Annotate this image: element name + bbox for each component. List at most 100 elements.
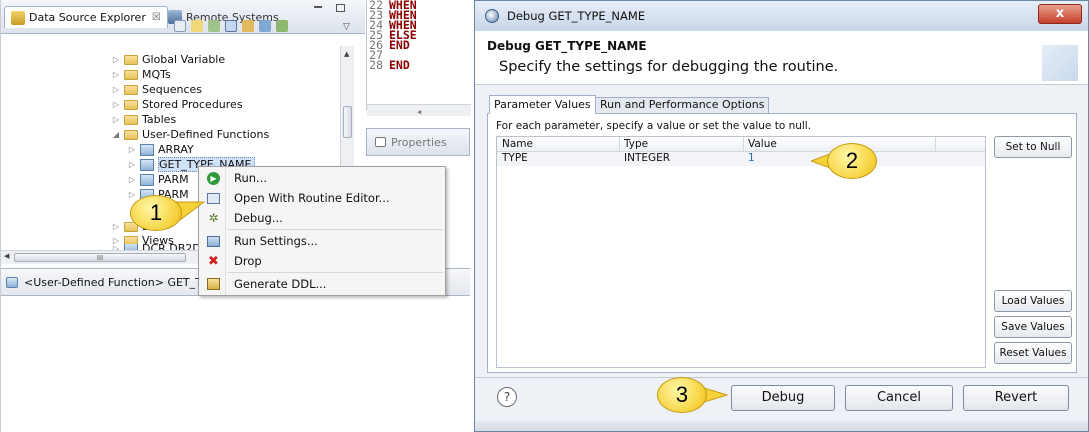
editor-horizontal-scrollbar[interactable]: ◀	[367, 104, 471, 116]
expand-arrow-icon[interactable]: ▷	[128, 145, 136, 154]
new-connection-icon[interactable]	[242, 20, 254, 32]
scroll-thumb[interactable]: III	[14, 253, 186, 262]
tree-item-label: Tables	[142, 113, 177, 126]
scroll-thumb[interactable]	[343, 106, 352, 138]
set-to-null-button[interactable]: Set to Null	[994, 136, 1072, 158]
menu-item-debug[interactable]: ✲ Debug...	[199, 208, 445, 228]
table-header: Name Type Value	[497, 137, 985, 152]
tree-item-label: Sequences	[142, 83, 202, 96]
menu-item-label: Run...	[234, 171, 268, 185]
menu-item-open-with-routine-editor[interactable]: Open With Routine Editor...	[199, 188, 445, 208]
folder-icon	[124, 54, 138, 65]
app-icon	[485, 9, 499, 23]
menu-item-run-settings[interactable]: Run Settings...	[199, 231, 445, 251]
table-row[interactable]: TYPE INTEGER 1	[497, 152, 985, 166]
column-header-value[interactable]: Value	[743, 137, 777, 152]
tab-parameter-values[interactable]: Parameter Values	[489, 95, 596, 114]
banner-graphic	[1042, 45, 1078, 81]
tab-data-source-explorer[interactable]: Data Source Explorer ☒	[4, 6, 168, 28]
expand-arrow-icon[interactable]: ▷	[128, 190, 136, 199]
folder-icon	[124, 84, 138, 95]
dialog-heading: Debug GET_TYPE_NAME	[487, 39, 647, 53]
scroll-up-icon[interactable]: ▲	[344, 50, 349, 58]
scroll-left-icon[interactable]: ◀	[417, 107, 421, 117]
tree-item-mqts[interactable]: ▷ MQTs	[112, 67, 171, 82]
export-icon[interactable]	[276, 20, 288, 32]
collapse-all-icon[interactable]	[174, 20, 186, 32]
parameters-table: Name Type Value TYPE INTEGER 1	[496, 136, 986, 368]
tree-item-label: MQTs	[142, 68, 171, 81]
sql-editor[interactable]: 22 WHEN 23 WHEN 24 WHEN 25 ELSE 26 END 27 28 E…	[366, 0, 471, 116]
expand-arrow-icon[interactable]: ▷	[112, 70, 120, 79]
expand-arrow-icon[interactable]: ▷	[112, 55, 120, 64]
expand-arrow-icon[interactable]: ▷	[112, 222, 120, 231]
dialog-title-bar[interactable]: Debug GET_TYPE_NAME	[475, 1, 1088, 31]
maximize-icon[interactable]	[336, 4, 345, 12]
settings-icon	[207, 235, 220, 247]
window-title: Debug GET_TYPE_NAME	[507, 9, 646, 23]
properties-icon	[375, 137, 386, 147]
menu-item-run[interactable]: ▶ Run...	[199, 168, 445, 188]
dialog-subheading: Specify the settings for debugging the r…	[499, 59, 839, 75]
menu-separator	[227, 272, 443, 273]
tree-item-label: PARM	[158, 173, 189, 186]
collapse-arrow-icon[interactable]: ◢	[112, 130, 120, 139]
function-icon	[140, 158, 154, 171]
instruction-text: For each parameter, specify a value or s…	[496, 120, 812, 132]
menu-item-label: Run Settings...	[234, 234, 318, 248]
column-divider	[935, 137, 936, 152]
expand-arrow-icon[interactable]: ▷	[128, 160, 136, 169]
filter-icon[interactable]	[225, 20, 237, 32]
help-icon[interactable]: ?	[497, 387, 517, 407]
tree-item-global-variable[interactable]: ▷ Global Variable	[112, 52, 225, 67]
expand-arrow-icon[interactable]: ▷	[112, 85, 120, 94]
tab-run-performance-options[interactable]: Run and Performance Options	[595, 97, 770, 113]
tree-item-parm[interactable]: ▷ PARM	[128, 172, 189, 187]
column-header-type[interactable]: Type	[619, 137, 648, 152]
context-menu: ▶ Run... Open With Routine Editor... ✲ D…	[198, 166, 446, 296]
view-menu-icon[interactable]: ▽	[343, 22, 350, 32]
minimize-icon[interactable]	[314, 6, 322, 8]
tree-item-tables[interactable]: ▷ Tables	[112, 112, 176, 127]
data-source-explorer-panel: Data Source Explorer ☒ Remote Systems ▽ …	[0, 0, 471, 432]
import-icon[interactable]	[259, 20, 271, 32]
save-values-button[interactable]: Save Values	[994, 316, 1072, 338]
tree-item-user-defined-functions[interactable]: ◢ User-Defined Functions	[112, 127, 269, 142]
tree-item-label: Global Variable	[142, 53, 226, 66]
code-line: 28 END	[369, 58, 410, 72]
close-button[interactable]: x	[1038, 4, 1082, 24]
scroll-left-icon[interactable]: ◀	[4, 252, 9, 260]
tree-item-label: Stored Procedures	[142, 98, 243, 111]
close-icon[interactable]: ☒	[152, 12, 161, 23]
menu-item-generate-ddl[interactable]: Generate DDL...	[199, 274, 445, 294]
folder-icon	[124, 69, 138, 80]
cancel-button[interactable]: Cancel	[845, 385, 953, 411]
reset-values-button[interactable]: Reset Values	[994, 342, 1072, 364]
connect-icon[interactable]	[208, 20, 220, 32]
load-values-button[interactable]: Load Values	[994, 290, 1072, 312]
debug-button[interactable]: Debug	[731, 385, 835, 411]
debug-icon: ✲	[208, 211, 219, 225]
dialog-banner: Debug GET_TYPE_NAME Specify the settings…	[475, 31, 1088, 85]
folder-icon	[124, 99, 138, 110]
menu-item-label: Debug...	[234, 211, 283, 225]
menu-separator	[227, 229, 443, 230]
callout-2: 2	[827, 143, 877, 179]
function-icon	[6, 276, 18, 288]
tree-item-sequences[interactable]: ▷ Sequences	[112, 82, 202, 97]
tree-item-stored-procedures[interactable]: ▷ Stored Procedures	[112, 97, 243, 112]
menu-item-drop[interactable]: ✖ Drop	[199, 251, 445, 271]
column-header-name[interactable]: Name	[497, 137, 533, 152]
footer-divider	[475, 377, 1088, 378]
expand-arrow-icon[interactable]: ▷	[112, 115, 120, 124]
expand-arrow-icon[interactable]: ▷	[128, 175, 136, 184]
tree-item-array[interactable]: ▷ ARRAY	[128, 142, 194, 157]
link-icon[interactable]	[191, 20, 203, 32]
folder-icon	[124, 129, 138, 140]
cell-value[interactable]: 1	[743, 151, 755, 166]
revert-button[interactable]: Revert	[963, 385, 1069, 411]
expand-arrow-icon[interactable]: ▷	[112, 100, 120, 109]
explorer-toolbar	[174, 20, 288, 32]
properties-view-tab[interactable]: Properties	[366, 128, 470, 156]
view-tab-strip: Data Source Explorer ☒ Remote Systems ▽	[0, 0, 365, 34]
